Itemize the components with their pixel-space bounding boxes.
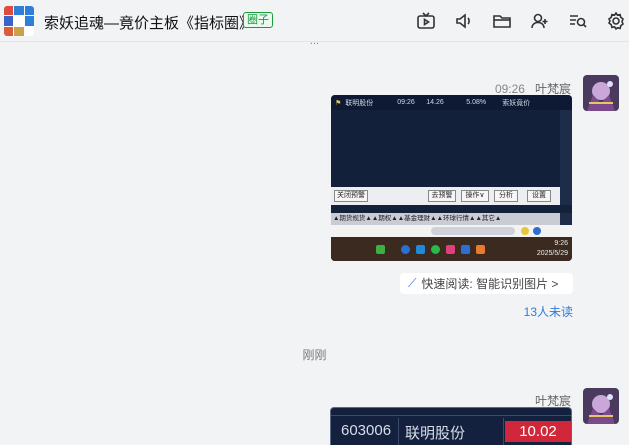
message-time: 09:26: [494, 82, 525, 96]
settings-icon[interactable]: [605, 10, 627, 32]
avatar-tile: [4, 26, 14, 36]
ss-operate-button: 操作∨: [461, 190, 489, 202]
unread-count-link[interactable]: 13人未读: [524, 303, 573, 320]
ss-time: 09:26: [397, 99, 415, 106]
ss-clock-time: 9:26: [554, 240, 568, 247]
avatar-tile: [14, 26, 24, 36]
ss-app-icon: [476, 245, 485, 254]
ss-settings-button: 设置: [527, 190, 551, 202]
ss-tabs: ▲期货规货▲▲期权▲▲基金理财▲▲环球行情▲▲其它▲: [331, 213, 560, 225]
stock-code: 603006: [341, 422, 392, 439]
quick-read-button[interactable]: ⟋ 快速阅读: 智能识别图片 >: [400, 273, 573, 294]
ss-clock: 9:26 2025/5/29: [537, 239, 568, 259]
ss-scrollbar: [560, 110, 572, 240]
avatar-tile: [24, 26, 34, 36]
ss-app-icon: [461, 245, 470, 254]
sender-avatar[interactable]: [583, 388, 619, 424]
ss-analyze-button: 分析: [494, 190, 518, 202]
ss-stock-name: 联明股份: [345, 99, 374, 107]
ss-change: 5.08%: [466, 99, 487, 106]
ss-app-icon: [416, 245, 425, 254]
stock-quote-card[interactable]: 603006 联明股份 10.02: [330, 407, 572, 445]
clipped-divider: ...: [309, 40, 320, 47]
ss-strategy: 索妖竟价: [502, 99, 531, 107]
search-history-icon[interactable]: [567, 10, 589, 32]
sender-name: 叶梵宸: [534, 394, 571, 408]
group-avatar[interactable]: [4, 6, 34, 36]
ss-app-icon: [401, 245, 410, 254]
card-divider: [398, 418, 399, 445]
ss-statusbar: [331, 225, 572, 237]
chat-header: 索妖追魂—竟价主板《指标圈》 圈子: [0, 0, 629, 42]
add-member-icon[interactable]: [529, 10, 551, 32]
ss-taskbar: [331, 237, 572, 261]
time-divider: 刚刚: [302, 348, 327, 362]
quick-read-label: 快速阅读: 智能识别图片 >: [421, 277, 559, 291]
avatar-tile: [14, 6, 24, 16]
flag-icon: ⚑: [335, 99, 342, 107]
avatar-tile: [24, 6, 34, 16]
ss-strip: [331, 205, 572, 213]
ss-price: 14.26: [426, 99, 444, 106]
magic-wand-icon: ⟋: [408, 276, 417, 290]
stock-name: 联明股份: [405, 425, 466, 442]
ss-clock-date: 2025/5/29: [536, 250, 568, 257]
ss-progress: [431, 227, 515, 235]
folder-icon[interactable]: [491, 10, 513, 32]
live-tv-icon[interactable]: [415, 10, 437, 32]
ss-app-icon: [376, 245, 385, 254]
avatar-tile: [24, 16, 34, 26]
sender-avatar[interactable]: [583, 75, 619, 111]
card-divider: [331, 415, 571, 416]
chat-title: 索妖追魂—竟价主板《指标圈》: [44, 15, 255, 32]
ss-close-alert-button: 关闭预警: [334, 190, 368, 202]
circle-tag[interactable]: 圈子: [243, 12, 273, 28]
ss-dot-icon: [521, 227, 529, 235]
ss-dot-icon: [533, 227, 541, 235]
screenshot-quote-row: ⚑ 联明股份 09:26 14.26 5.08% 索妖竟价: [331, 95, 572, 110]
card-divider: [503, 418, 504, 445]
stock-price: 10.02: [505, 421, 571, 442]
ss-app-icon: [431, 245, 440, 254]
avatar-tile: [14, 16, 24, 26]
ss-go-alert-button: 去预警: [428, 190, 456, 202]
ss-app-icon: [446, 245, 455, 254]
avatar-tile: [4, 16, 14, 26]
sender-name: 叶梵宸: [534, 82, 571, 96]
ss-toolbar: 关闭预警 去预警 操作∨ 分析 设置: [331, 187, 560, 205]
avatar-tile: [4, 6, 14, 16]
shared-screenshot[interactable]: ⚑ 联明股份 09:26 14.26 5.08% 索妖竟价 关闭预警 去预警 操…: [331, 95, 572, 261]
voice-icon[interactable]: [453, 10, 475, 32]
